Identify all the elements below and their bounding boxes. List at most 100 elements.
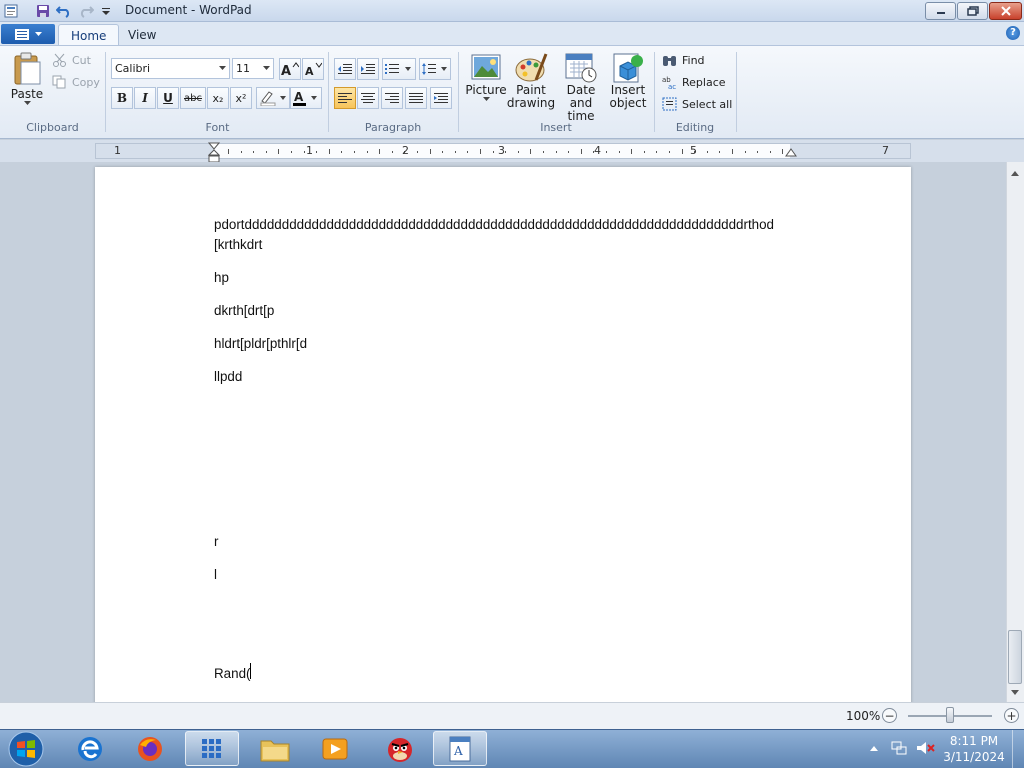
bold-button[interactable]: B: [111, 87, 133, 109]
scroll-up-icon[interactable]: [1010, 169, 1020, 177]
underline-button[interactable]: U: [157, 87, 179, 109]
align-center-button[interactable]: [357, 87, 379, 109]
scrollbar-thumb[interactable]: [1008, 630, 1022, 684]
taskbar-wordpad[interactable]: A: [433, 731, 487, 766]
help-icon[interactable]: ?: [1006, 26, 1020, 40]
file-menu-button[interactable]: [1, 24, 55, 44]
undo-icon[interactable]: [56, 3, 72, 19]
zoom-slider-thumb[interactable]: [946, 707, 954, 723]
tab-home[interactable]: Home: [58, 24, 120, 46]
volume-muted-icon[interactable]: [915, 740, 935, 756]
document-line[interactable]: pdortddddddddddddddddddddddddddddddddddd…: [214, 217, 774, 232]
italic-button[interactable]: I: [134, 87, 156, 109]
strikethrough-button[interactable]: abc: [180, 87, 206, 109]
ruler-tick: [530, 149, 532, 154]
ruler-tick: [265, 151, 267, 153]
paste-label: Paste: [10, 87, 44, 101]
network-icon[interactable]: [890, 740, 908, 756]
ruler-tick: [757, 151, 759, 153]
shrink-font-button[interactable]: A: [302, 58, 324, 80]
ruler-tick: [669, 151, 670, 153]
document-page[interactable]: pdortddddddddddddddddddddddddddddddddddd…: [95, 167, 911, 702]
taskbar-apps[interactable]: [185, 731, 239, 766]
subscript-button[interactable]: x₂: [207, 87, 229, 109]
document-line[interactable]: dkrth[drt[p: [214, 303, 274, 318]
wordpad-app-icon[interactable]: [3, 3, 19, 19]
redo-icon[interactable]: [78, 3, 94, 19]
find-label: Find: [682, 53, 705, 67]
insert-object-button[interactable]: Insert object: [608, 52, 648, 110]
align-left-button[interactable]: [334, 87, 356, 109]
customize-qat-chevron-icon[interactable]: [98, 3, 114, 19]
ruler-tick: [517, 151, 519, 153]
list-button[interactable]: [382, 58, 416, 80]
highlight-color-button[interactable]: [256, 87, 290, 109]
tab-view[interactable]: View: [116, 24, 168, 46]
ruler-tick: [341, 151, 343, 153]
date-and-time-button[interactable]: Date and time: [556, 52, 606, 123]
grow-font-button[interactable]: A: [279, 58, 301, 80]
restore-button[interactable]: [957, 2, 988, 20]
document-line[interactable]: r: [214, 534, 218, 549]
right-indent-marker-icon[interactable]: [785, 148, 797, 158]
select-all-icon: [662, 97, 677, 111]
svg-text:A: A: [305, 65, 314, 76]
taskbar-edge[interactable]: [63, 731, 117, 766]
insert-picture-button[interactable]: Picture: [464, 52, 508, 102]
vertical-scrollbar[interactable]: [1006, 162, 1024, 702]
document-line[interactable]: l: [214, 567, 217, 582]
start-button[interactable]: [6, 729, 46, 768]
ruler-tick: [706, 151, 708, 153]
cut-button[interactable]: Cut: [52, 53, 91, 67]
align-right-button[interactable]: [381, 87, 403, 109]
ruler-tick: [316, 151, 318, 153]
ruler-tick: [744, 151, 746, 153]
zoom-out-button[interactable]: −: [882, 708, 897, 723]
document-line[interactable]: hldrt[pldr[pthlr[d: [214, 336, 307, 351]
taskbar-firefox[interactable]: [123, 731, 177, 766]
taskbar-media-player[interactable]: [308, 731, 362, 766]
font-color-button[interactable]: A: [290, 87, 322, 109]
ruler-tick: [492, 151, 494, 153]
indent-marker-icon[interactable]: [208, 142, 220, 164]
ruler-tick: [366, 151, 368, 153]
document-line[interactable]: hp: [214, 270, 229, 285]
select-all-button[interactable]: Select all: [662, 97, 732, 111]
copy-button[interactable]: Copy: [52, 75, 100, 89]
ruler-number: 4: [594, 144, 601, 157]
ruler-tick: [442, 151, 444, 153]
show-desktop-button[interactable]: [1012, 730, 1024, 768]
show-hidden-icons-icon[interactable]: [869, 744, 879, 752]
zoom-in-button[interactable]: +: [1004, 708, 1019, 723]
superscript-button[interactable]: x²: [230, 87, 252, 109]
scroll-down-icon[interactable]: [1010, 689, 1020, 697]
minimize-button[interactable]: [925, 2, 956, 20]
font-family-select[interactable]: Calibri: [111, 58, 230, 79]
replace-button[interactable]: ab ac Replace: [662, 75, 726, 90]
justify-icon: [409, 93, 423, 103]
decrease-indent-button[interactable]: [334, 58, 356, 80]
paste-button[interactable]: Paste: [8, 52, 46, 114]
line-spacing-button[interactable]: [419, 58, 451, 80]
taskbar-file-explorer[interactable]: [248, 731, 302, 766]
chevron-down-icon: [263, 66, 270, 70]
save-icon[interactable]: [35, 3, 51, 19]
find-button[interactable]: Find: [662, 53, 705, 67]
file-menu-icon: [14, 28, 29, 40]
close-button[interactable]: [989, 2, 1022, 20]
apps-grid-icon: [202, 738, 221, 758]
document-line[interactable]: [krthkdrt: [214, 237, 262, 252]
group-divider: [458, 52, 459, 132]
datetime-label-line1: Date and: [566, 83, 596, 110]
taskbar-angry-birds[interactable]: [373, 731, 427, 766]
system-clock[interactable]: 8:11 PM 3/11/2024: [942, 733, 1006, 765]
paragraph-settings-button[interactable]: [430, 87, 452, 109]
justify-button[interactable]: [405, 87, 427, 109]
font-size-select[interactable]: 11: [232, 58, 274, 79]
document-line[interactable]: Rand(: [214, 666, 250, 681]
paint-drawing-button[interactable]: Paint drawing: [507, 52, 555, 110]
bullet-list-icon: [385, 64, 411, 74]
document-line[interactable]: llpdd: [214, 369, 242, 384]
increase-indent-button[interactable]: [357, 58, 379, 80]
ruler-number: 2: [402, 144, 409, 157]
